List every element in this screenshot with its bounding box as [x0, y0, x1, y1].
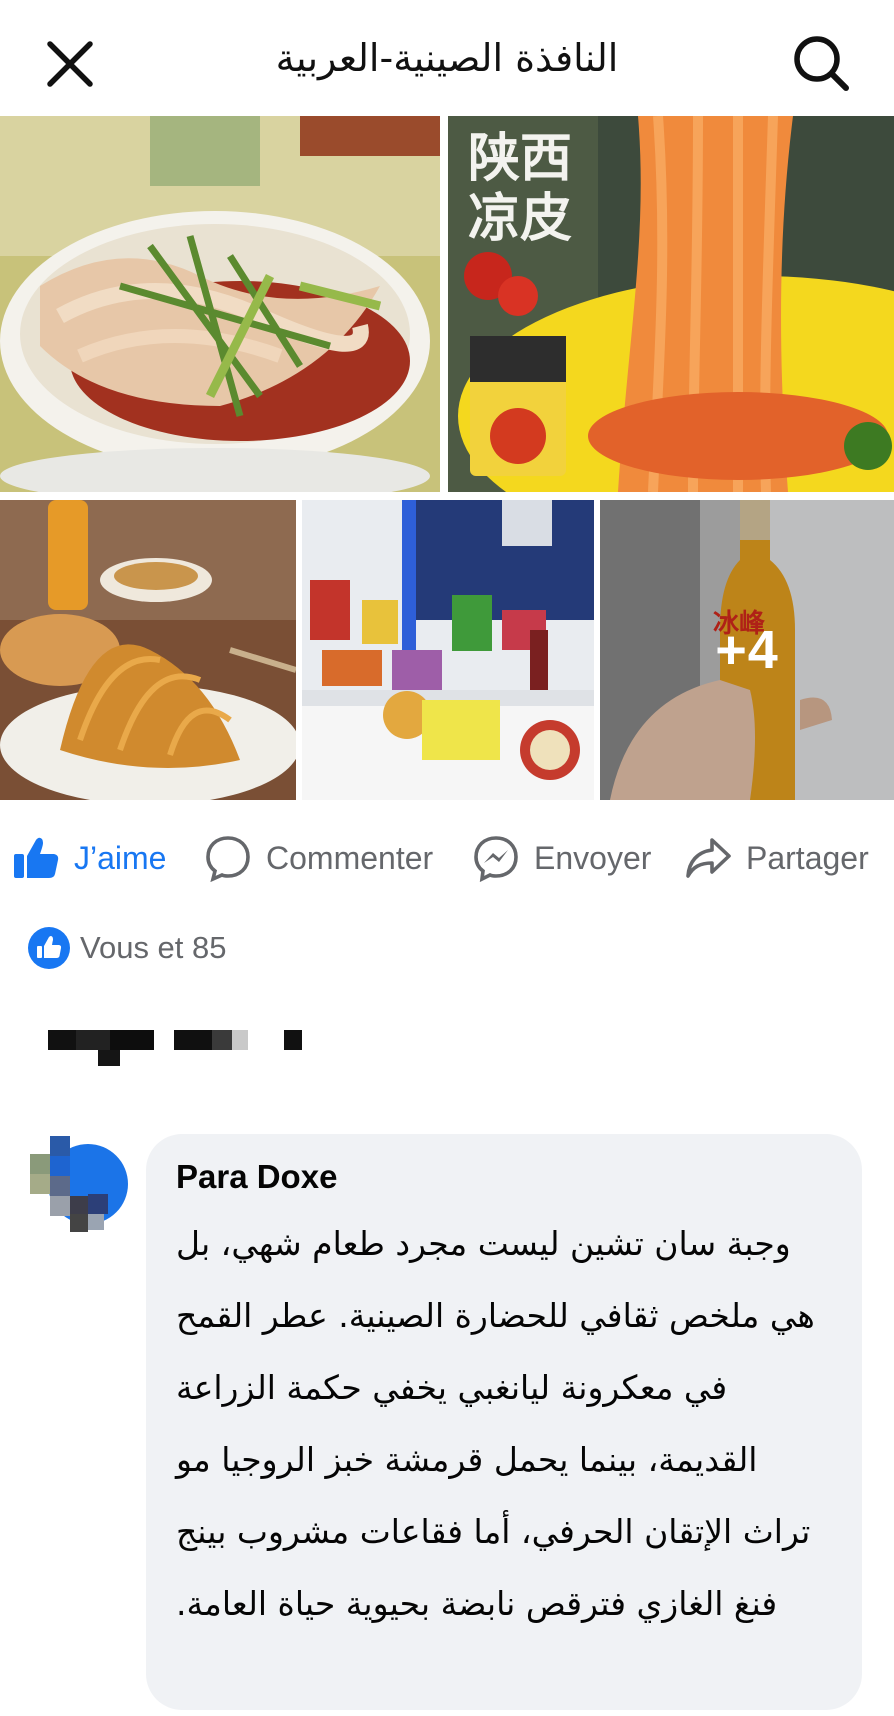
photo-grid: 陕西 凉皮 冰峰 +4	[0, 116, 894, 800]
svg-text:凉皮: 凉皮	[468, 189, 572, 249]
photo-noodle-plate[interactable]	[0, 500, 296, 800]
page-title: النافذة الصينية-العربية	[275, 36, 619, 80]
send-button[interactable]: Envoyer	[472, 820, 651, 896]
close-icon[interactable]	[44, 38, 96, 90]
thumbs-up-icon	[12, 834, 60, 882]
share-arrow-icon	[684, 834, 732, 882]
post-actions: J’aime Commenter Envoyer Partager	[0, 820, 894, 896]
like-label: J’aime	[74, 839, 167, 876]
search-icon[interactable]	[790, 32, 852, 94]
top-bar: النافذة الصينية-العربية	[0, 0, 894, 116]
photo-products-table[interactable]	[302, 500, 594, 800]
comment-bubble-icon	[204, 834, 252, 883]
avatar[interactable]	[30, 1136, 128, 1234]
photo-soda-bottle[interactable]: 冰峰 +4	[600, 500, 894, 800]
comment-button[interactable]: Commenter	[204, 820, 433, 896]
messenger-icon	[472, 834, 520, 883]
reaction-summary[interactable]: Vous et 85	[28, 924, 227, 972]
like-reaction-icon	[28, 927, 70, 969]
photo-liangpi-package[interactable]: 陕西 凉皮	[448, 116, 894, 492]
reaction-count: Vous et 85	[80, 930, 227, 965]
share-label: Partager	[746, 839, 869, 876]
comment-bubble: Para Doxe وجبة سان تشين ليست مجرد طعام ش…	[146, 1134, 862, 1710]
like-button[interactable]: J’aime	[12, 820, 166, 896]
comment-label: Commenter	[266, 839, 434, 876]
send-label: Envoyer	[534, 839, 652, 876]
share-button[interactable]: Partager	[684, 820, 869, 896]
photo-liangpi-bowl[interactable]	[0, 116, 440, 492]
comment-author[interactable]: Para Doxe	[176, 1152, 832, 1202]
more-photos-count: +4	[600, 500, 894, 800]
svg-text:陕西: 陕西	[468, 129, 572, 189]
redacted-name	[48, 1030, 338, 1074]
comment-text: وجبة سان تشين ليست مجرد طعام شهي، بل هي …	[176, 1224, 815, 1623]
